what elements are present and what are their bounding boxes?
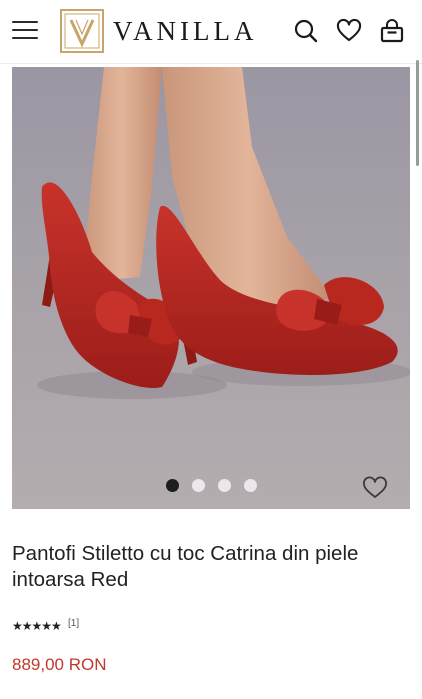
product-price: 889,00 RON <box>12 655 107 674</box>
product-photo <box>12 67 410 509</box>
menu-icon[interactable] <box>12 17 40 43</box>
gallery-dot-3[interactable] <box>218 479 231 492</box>
product-title: Pantofi Stiletto cu toc Catrina din piel… <box>12 542 359 591</box>
gallery-dot-4[interactable] <box>244 479 257 492</box>
site-header: VANILLA <box>0 0 422 64</box>
search-icon[interactable] <box>293 18 319 44</box>
logo-mark-icon[interactable] <box>60 9 104 53</box>
product-image-gallery[interactable] <box>12 67 410 509</box>
bag-icon[interactable] <box>379 18 405 44</box>
rating-stars: ★★★★★ <box>12 619 62 633</box>
gallery-dot-2[interactable] <box>192 479 205 492</box>
wishlist-heart-icon[interactable] <box>362 476 388 500</box>
gallery-dot-1[interactable] <box>166 479 179 492</box>
review-count-link[interactable]: [1] <box>68 618 79 629</box>
gallery-pagination <box>12 479 410 493</box>
heart-icon[interactable] <box>336 18 362 44</box>
logo-text[interactable]: VANILLA <box>113 15 258 47</box>
page-scrollbar[interactable] <box>416 60 419 166</box>
